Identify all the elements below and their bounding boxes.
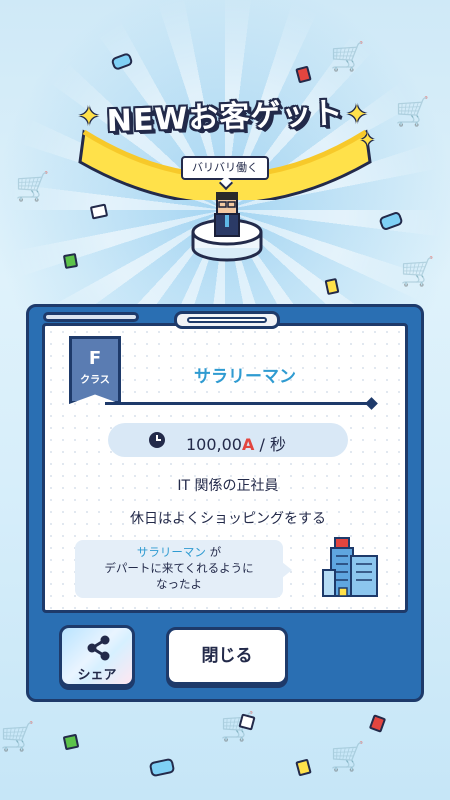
clock-icon: [149, 432, 165, 448]
sparkle-icon: ✦: [360, 130, 376, 151]
description-line-2: 休日はよくショッピングをする: [130, 511, 326, 527]
note-highlight: サラリーマン: [136, 545, 206, 559]
note-line-3: なったよ: [156, 577, 202, 591]
cart-pattern-icon: 🛒: [0, 720, 35, 753]
card-paper: F クラス サラリーマン 100,00A / 秒 IT 関係の正社員 休日はよく…: [42, 323, 408, 613]
clipboard-clip: [174, 311, 280, 329]
name-divider: [105, 402, 371, 405]
department-store-icon: [322, 537, 378, 597]
confetti: [148, 757, 176, 778]
class-label: クラス: [80, 375, 110, 386]
note-line-1-rest: が: [205, 545, 222, 559]
speech-bubble: バリバリ働く: [181, 156, 269, 180]
confetti: [368, 714, 387, 733]
income-rate: 100,00A / 秒: [108, 423, 348, 457]
note-line-2: デパートに来てくれるように: [104, 561, 254, 575]
class-flag: [69, 336, 121, 404]
description-line-1: IT 関係の正社員: [177, 478, 279, 494]
note-line-1: サラリーマン が: [75, 544, 283, 560]
cart-pattern-icon: 🛒: [330, 40, 365, 73]
confetti: [62, 252, 79, 270]
cart-pattern-icon: 🛒: [400, 255, 435, 288]
divider-end: [365, 397, 378, 410]
customer-card: F クラス サラリーマン 100,00A / 秒 IT 関係の正社員 休日はよく…: [26, 304, 424, 702]
confetti: [62, 733, 80, 751]
share-label: シェア: [77, 668, 117, 683]
rate-value: 100,00: [186, 435, 242, 454]
flag-rod: [43, 312, 139, 322]
clip-slot: [187, 317, 267, 323]
class-letter: F: [88, 348, 102, 369]
customer-avatar: [191, 192, 263, 262]
close-button[interactable]: 閉じる: [166, 627, 288, 685]
customer-name: サラリーマン: [194, 367, 296, 387]
cart-pattern-icon: 🛒: [330, 740, 365, 773]
rate-suffix: / 秒: [259, 435, 286, 454]
rate-text: 100,00A / 秒: [186, 431, 286, 455]
share-button[interactable]: シェア: [59, 625, 135, 687]
unlock-note: サラリーマン が デパートに来てくれるように なったよ: [75, 540, 292, 598]
cart-pattern-icon: 🛒: [15, 170, 50, 203]
cart-pattern-icon: 🛒: [395, 95, 430, 128]
confetti: [295, 758, 312, 777]
share-icon: [87, 635, 110, 661]
rate-unit: A: [241, 435, 255, 454]
